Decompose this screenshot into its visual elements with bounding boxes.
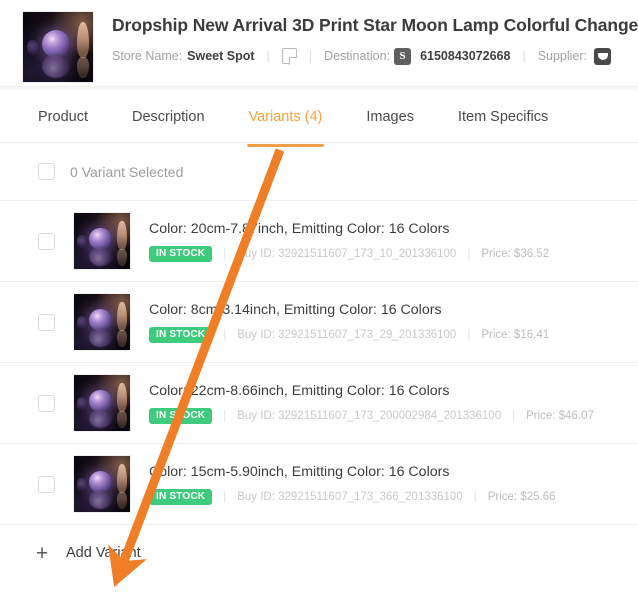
table-row[interactable]: Color: 8cm-3.14inch, Emitting Color: 16 … [0, 282, 638, 363]
tab-bar: Product Description Variants (4) Images … [0, 91, 638, 147]
variant-separator: | [473, 490, 477, 503]
variant-separator: | [467, 328, 471, 341]
moon-lamp-image [74, 294, 130, 350]
supplier-label: Supplier: [537, 49, 588, 64]
supplier-aliexpress-icon[interactable] [594, 47, 612, 65]
selected-count-label: Variant Selected [81, 163, 184, 180]
variant-info: Color: 8cm-3.14inch, Emitting Color: 16 … [149, 301, 638, 343]
meta-separator-3: | [522, 49, 526, 64]
variant-checkbox[interactable] [38, 475, 55, 493]
variant-checkbox[interactable] [38, 232, 55, 250]
variants-page: Dropship New Arrival 3D Print Star Moon … [0, 0, 638, 600]
store-name-label: Store Name: [112, 49, 183, 64]
plus-icon: + [35, 541, 49, 565]
product-thumbnail [22, 11, 94, 83]
variant-meta: IN STOCK | Buy ID: 32921511607_173_366_2… [149, 488, 630, 505]
meta-separator-1: | [266, 49, 270, 64]
meta-separator-2: | [308, 49, 313, 64]
variant-info: Color: 20cm-7.87inch, Emitting Color: 16… [149, 220, 638, 262]
destination-label: Destination: [324, 49, 391, 64]
variant-list: Color: 20cm-7.87inch, Emitting Color: 16… [0, 201, 638, 525]
variant-thumbnail [73, 293, 131, 351]
select-all-bar: 0 Variant Selected [0, 143, 638, 201]
variant-title: Color: 20cm-7.87inch, Emitting Color: 16… [149, 221, 450, 238]
variant-title: Color: 8cm-3.14inch, Emitting Color: 16 … [149, 302, 442, 319]
add-variant-label: Add Variant [66, 545, 141, 561]
tab-bar-underline [0, 142, 638, 143]
variant-thumbnail [73, 374, 131, 432]
selected-count-number: 0 [70, 163, 78, 180]
status-badge: IN STOCK [149, 407, 213, 424]
variant-price: Price: $46.07 [526, 409, 594, 422]
tab-product[interactable]: Product [38, 91, 88, 143]
moon-lamp-image [74, 456, 130, 512]
page-title: Dropship New Arrival 3D Print Star Moon … [112, 15, 638, 35]
variant-price: Price: $16.41 [481, 328, 550, 341]
variant-buy-id: Buy ID: 32921511607_173_200002984_201336… [237, 409, 502, 422]
tab-item-specifics[interactable]: Item Specifics [458, 91, 548, 143]
variant-separator: | [223, 490, 227, 503]
table-row[interactable]: Color: 22cm-8.66inch, Emitting Color: 16… [0, 363, 638, 444]
variant-separator: | [512, 409, 516, 422]
variant-separator: | [223, 328, 227, 341]
moon-lamp-image [74, 213, 130, 269]
product-meta-row: Store Name: Sweet Spot | | Destination: … [112, 47, 638, 65]
variant-checkbox[interactable] [38, 313, 55, 331]
variant-info: Color: 15cm-5.90inch, Emitting Color: 16… [149, 463, 638, 505]
tab-variants[interactable]: Variants (4) [246, 91, 325, 147]
note-icon[interactable] [281, 48, 297, 65]
variant-checkbox[interactable] [38, 394, 55, 412]
variant-separator: | [223, 247, 227, 260]
variant-price: Price: $36.52 [481, 247, 550, 260]
variant-thumbnail [73, 212, 131, 270]
status-badge: IN STOCK [149, 326, 213, 343]
variant-separator: | [223, 409, 227, 422]
variant-title: Color: 22cm-8.66inch, Emitting Color: 16… [149, 383, 450, 400]
table-row[interactable]: Color: 15cm-5.90inch, Emitting Color: 16… [0, 444, 638, 525]
variant-meta: IN STOCK | Buy ID: 32921511607_173_20000… [149, 407, 630, 424]
status-badge: IN STOCK [149, 245, 213, 262]
variant-buy-id: Buy ID: 32921511607_173_10_201336100 [237, 247, 457, 260]
variant-buy-id: Buy ID: 32921511607_173_29_201336100 [237, 328, 457, 341]
variant-buy-id: Buy ID: 32921511607_173_366_201336100 [237, 490, 463, 503]
select-all-checkbox[interactable] [38, 163, 55, 180]
destination-value: 6150843072668 [420, 49, 511, 64]
variant-title: Color: 15cm-5.90inch, Emitting Color: 16… [149, 464, 450, 481]
tab-description[interactable]: Description [132, 91, 205, 143]
product-header: Dropship New Arrival 3D Print Star Moon … [0, 0, 638, 86]
moon-lamp-image [74, 375, 130, 431]
variant-meta: IN STOCK | Buy ID: 32921511607_173_10_20… [149, 245, 630, 262]
add-variant-button[interactable]: + Add Variant [0, 525, 638, 581]
status-badge: IN STOCK [149, 488, 213, 505]
table-row[interactable]: Color: 20cm-7.87inch, Emitting Color: 16… [0, 201, 638, 282]
variant-thumbnail [73, 455, 131, 513]
product-header-info: Dropship New Arrival 3D Print Star Moon … [112, 8, 638, 65]
shopify-icon: S [394, 47, 412, 65]
tab-images[interactable]: Images [366, 91, 414, 143]
variant-meta: IN STOCK | Buy ID: 32921511607_173_29_20… [149, 326, 630, 343]
moon-lamp-image [23, 12, 93, 82]
variant-separator: | [467, 247, 471, 260]
selected-count-text: 0 Variant Selected [70, 164, 183, 180]
store-name-value: Sweet Spot [187, 49, 255, 64]
variant-price: Price: $25.66 [487, 490, 556, 503]
variant-info: Color: 22cm-8.66inch, Emitting Color: 16… [149, 382, 638, 424]
